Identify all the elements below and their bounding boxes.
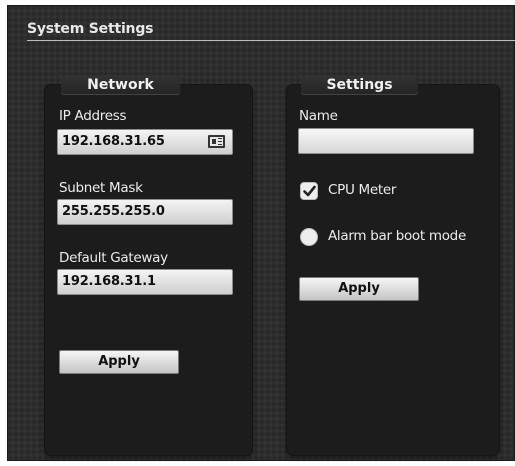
settings-heading: Settings <box>301 75 418 95</box>
alarm-bar-boot-mode-toggle[interactable] <box>300 228 318 246</box>
subnet-mask-field[interactable]: 255.255.255.0 <box>57 199 233 225</box>
ip-address-value: 192.168.31.65 <box>62 134 165 149</box>
name-label: Name <box>299 108 338 124</box>
checkmark-icon <box>303 185 316 197</box>
cpu-meter-checkbox[interactable] <box>300 182 318 200</box>
default-gateway-field[interactable]: 192.168.31.1 <box>57 269 233 295</box>
settings-apply-button[interactable]: Apply <box>299 277 419 301</box>
network-apply-button[interactable]: Apply <box>59 350 179 374</box>
subnet-mask-label: Subnet Mask <box>59 180 143 196</box>
cpu-meter-label: CPU Meter <box>328 182 397 198</box>
ip-address-label: IP Address <box>59 108 127 124</box>
title-divider <box>27 40 515 41</box>
ip-address-field[interactable]: 192.168.31.65 <box>57 129 233 155</box>
default-gateway-label: Default Gateway <box>59 250 168 266</box>
alarm-bar-boot-mode-label: Alarm bar boot mode <box>328 228 466 244</box>
id-card-icon[interactable] <box>208 135 225 148</box>
name-field[interactable] <box>298 128 474 154</box>
network-heading: Network <box>61 75 180 95</box>
page-title: System Settings <box>27 21 154 37</box>
